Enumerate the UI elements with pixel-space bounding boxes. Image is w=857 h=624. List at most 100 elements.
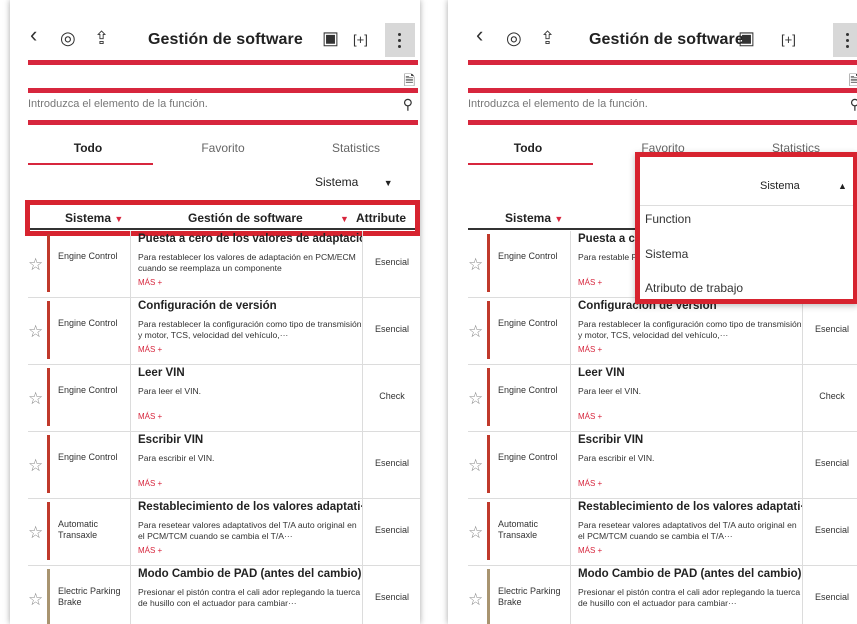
- row-function-name: Modo Cambio de PAD (antes del cambio): [578, 568, 802, 580]
- system-color-bar: [47, 502, 50, 560]
- calendar-icon[interactable]: ▣: [738, 28, 755, 48]
- fullscreen-icon[interactable]: [+]: [353, 30, 368, 50]
- favorite-star-icon[interactable]: ☆: [468, 456, 483, 476]
- table-row[interactable]: ☆ Automatic Transaxle Restablecimiento de …: [468, 499, 857, 566]
- divider: [130, 365, 131, 431]
- search-icon[interactable]: ⚲: [850, 96, 857, 113]
- favorite-star-icon[interactable]: ☆: [28, 523, 43, 543]
- more-link[interactable]: MÁS +: [138, 479, 162, 488]
- more-link[interactable]: MÁS +: [578, 345, 602, 354]
- upload-icon[interactable]: ⇪: [540, 28, 555, 48]
- search-input[interactable]: Introduzca el elemento de la función. ⚲: [28, 96, 416, 116]
- fullscreen-icon[interactable]: [+]: [781, 30, 796, 50]
- favorite-star-icon[interactable]: ☆: [468, 523, 483, 543]
- vehicle-scan-icon[interactable]: ◎: [60, 28, 76, 48]
- divider: [570, 566, 571, 624]
- table-row[interactable]: ☆ Engine Control Leer VIN Para leer el VIN.…: [468, 365, 857, 432]
- row-attribute: Check: [819, 391, 845, 401]
- more-link[interactable]: MÁS +: [138, 546, 162, 555]
- divider: [130, 566, 131, 624]
- row-function-name: Puesta a cero de los valores de adaptaci…: [138, 233, 362, 245]
- row-description: Para restablecer los valores de adaptaci…: [138, 252, 356, 273]
- row-system: Engine Control: [498, 452, 558, 462]
- row-system: Engine Control: [498, 318, 558, 328]
- table-row[interactable]: ☆ Automatic Transaxle Restablecimiento de …: [28, 499, 420, 566]
- table-row[interactable]: ☆ Engine Control Escribir VIN Para escribir…: [468, 432, 857, 499]
- favorite-star-icon[interactable]: ☆: [468, 322, 483, 342]
- chevron-up-icon[interactable]: ▲: [838, 181, 847, 191]
- search-input[interactable]: Introduzca el elemento de la función. ⚲: [468, 96, 857, 116]
- table-row[interactable]: ☆ Engine Control Puesta a cero de los valo…: [28, 231, 420, 298]
- header-attribute[interactable]: Attribute: [356, 211, 418, 225]
- calendar-icon[interactable]: ▣: [322, 28, 339, 48]
- row-system: Engine Control: [58, 385, 118, 395]
- favorite-star-icon[interactable]: ☆: [28, 322, 43, 342]
- search-icon[interactable]: ⚲: [403, 96, 413, 113]
- tab-todo[interactable]: Todo: [468, 141, 588, 155]
- more-menu-button[interactable]: [385, 23, 415, 57]
- favorite-star-icon[interactable]: ☆: [28, 389, 43, 409]
- row-attribute: Esencial: [814, 525, 850, 535]
- vehicle-scan-icon[interactable]: ◎: [506, 28, 522, 48]
- row-system: Engine Control: [498, 251, 558, 261]
- dropdown-selected-value[interactable]: Sistema: [760, 180, 800, 192]
- system-color-bar: [47, 569, 50, 624]
- back-icon[interactable]: ‹: [30, 24, 37, 46]
- sort-select[interactable]: Sistema ▼: [315, 175, 393, 189]
- row-attribute: Esencial: [374, 257, 410, 267]
- upload-icon[interactable]: ⇪: [94, 28, 109, 48]
- more-link[interactable]: MÁS +: [138, 345, 162, 354]
- favorite-star-icon[interactable]: ☆: [28, 456, 43, 476]
- more-link[interactable]: MÁS +: [578, 412, 602, 421]
- favorite-star-icon[interactable]: ☆: [468, 389, 483, 409]
- table-row[interactable]: ☆ Electric Parking Brake Modo Cambio de PA…: [28, 566, 420, 624]
- table-row[interactable]: ☆ Electric Parking Brake Modo Cambio de PA…: [468, 566, 857, 624]
- favorite-star-icon[interactable]: ☆: [468, 255, 483, 275]
- row-function-name: Restablecimiento de los valores adaptati…: [578, 501, 802, 513]
- divider: [570, 499, 571, 565]
- system-color-bar: [47, 234, 50, 292]
- sort-arrow-icon: ▼: [554, 214, 564, 224]
- more-link[interactable]: MÁS +: [138, 412, 162, 421]
- more-menu-button[interactable]: [833, 23, 857, 57]
- header-gestion[interactable]: Gestión de software: [188, 211, 303, 225]
- more-link[interactable]: MÁS +: [578, 278, 602, 287]
- option-atributo[interactable]: Atributo de trabajo: [645, 281, 743, 295]
- table-row[interactable]: ☆ Engine Control Configuración de versión P…: [468, 298, 857, 365]
- more-link[interactable]: MÁS +: [578, 546, 602, 555]
- divider: [468, 60, 857, 65]
- option-function[interactable]: Function: [645, 212, 691, 226]
- row-description: Para restablecer la configuración como t…: [578, 319, 802, 340]
- table-header: Sistema ▼ Gestión de software ▼ Attribut…: [28, 205, 418, 230]
- row-description: Para restablecer la configuración como t…: [138, 319, 362, 340]
- tab-favorito[interactable]: Favorito: [163, 141, 283, 155]
- row-description: Para leer el VIN.: [578, 386, 642, 396]
- row-system: Automatic Transaxle: [498, 519, 539, 540]
- page-title: Gestión de software: [148, 31, 303, 48]
- more-link[interactable]: MÁS +: [578, 479, 602, 488]
- favorite-star-icon[interactable]: ☆: [28, 590, 43, 610]
- option-sistema[interactable]: Sistema: [645, 247, 688, 261]
- divider: [130, 231, 131, 297]
- table-row[interactable]: ☆ Engine Control Configuración de versión P…: [28, 298, 420, 365]
- header-sistema[interactable]: Sistema ▼: [505, 211, 563, 225]
- row-function-name: Leer VIN: [138, 367, 185, 379]
- divider: [570, 432, 571, 498]
- table-row[interactable]: ☆ Engine Control Leer VIN Para leer el VIN.…: [28, 365, 420, 432]
- header-sistema[interactable]: Sistema ▼: [65, 211, 123, 225]
- favorite-star-icon[interactable]: ☆: [468, 590, 483, 610]
- table-row[interactable]: ☆ Engine Control Escribir VIN Para escribir…: [28, 432, 420, 499]
- row-attribute: Esencial: [814, 592, 850, 602]
- system-color-bar: [487, 368, 490, 426]
- row-description: Para resetear valores adaptativos del T/…: [578, 520, 797, 541]
- back-icon[interactable]: ‹: [476, 24, 483, 46]
- tab-todo[interactable]: Todo: [28, 141, 148, 155]
- more-link[interactable]: MÁS +: [138, 278, 162, 287]
- row-system: Engine Control: [58, 318, 118, 328]
- system-color-bar: [487, 435, 490, 493]
- divider: [570, 365, 571, 431]
- favorite-star-icon[interactable]: ☆: [28, 255, 43, 275]
- tab-statistics[interactable]: Statistics: [296, 141, 416, 155]
- right-panel: ‹ ◎ ⇪ Gestión de software ▣ [+] 🗎 Introd…: [448, 0, 857, 624]
- row-system: Engine Control: [58, 251, 118, 261]
